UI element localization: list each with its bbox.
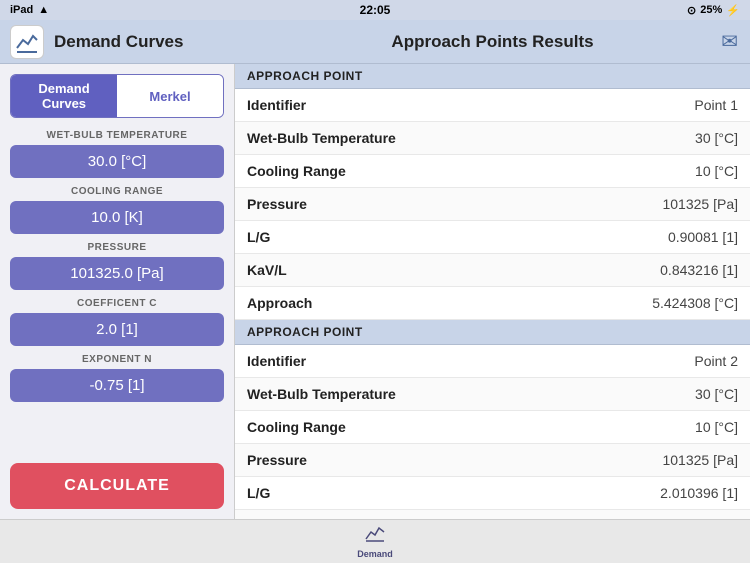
app-title: Demand Curves xyxy=(54,32,183,52)
coeff-label: COEFFICENT C xyxy=(77,298,157,309)
row-label: L/G xyxy=(235,221,518,254)
section-header-row: APPROACH POINT xyxy=(235,320,750,345)
bottom-tab-demand[interactable]: Demand xyxy=(337,520,413,563)
bottom-bar: Demand xyxy=(0,519,750,563)
coeff-input[interactable] xyxy=(10,313,224,346)
row-label: Cooling Range xyxy=(235,411,518,444)
table-row: Pressure101325 [Pa] xyxy=(235,444,750,477)
cooling-range-label: COOLING RANGE xyxy=(71,186,163,197)
app-header: Demand Curves Approach Points Results ✉ xyxy=(0,20,750,64)
table-row: Cooling Range10 [°C] xyxy=(235,155,750,188)
table-row: KaV/L0.843216 [1] xyxy=(235,254,750,287)
charge-icon: ⚡ xyxy=(726,4,740,17)
wet-bulb-group: WET-BULB TEMPERATURE xyxy=(10,130,224,178)
row-label: Pressure xyxy=(235,188,518,221)
exponent-group: EXPONENT N xyxy=(10,354,224,402)
status-time: 22:05 xyxy=(360,3,391,17)
tab-merkel[interactable]: Merkel xyxy=(117,75,223,117)
tab-row: Demand Curves Merkel xyxy=(10,74,224,118)
status-bar: iPad ▲ 22:05 ⊙ 25% ⚡ xyxy=(0,0,750,20)
cooling-range-input[interactable] xyxy=(10,201,224,234)
row-label: Wet-Bulb Temperature xyxy=(235,122,518,155)
main-content: Demand Curves Merkel WET-BULB TEMPERATUR… xyxy=(0,64,750,519)
row-value: 30 [°C] xyxy=(518,122,750,155)
table-row: Wet-Bulb Temperature30 [°C] xyxy=(235,378,750,411)
pressure-input[interactable] xyxy=(10,257,224,290)
section-header-cell: APPROACH POINT xyxy=(235,64,750,89)
row-value: 10 [°C] xyxy=(518,411,750,444)
table-row: IdentifierPoint 1 xyxy=(235,89,750,122)
header-right: Approach Points Results ✉ xyxy=(235,32,750,52)
bottom-tab-icon xyxy=(365,524,385,547)
email-icon[interactable]: ✉ xyxy=(721,29,738,54)
table-row: KaV/L1.672085 [1] xyxy=(235,510,750,520)
coeff-group: COEFFICENT C xyxy=(10,298,224,346)
section-header-row: APPROACH POINT xyxy=(235,64,750,89)
row-label: L/G xyxy=(235,477,518,510)
ipad-label: iPad xyxy=(10,4,33,16)
table-row: L/G2.010396 [1] xyxy=(235,477,750,510)
battery-percent: 25% xyxy=(700,4,722,16)
row-label: KaV/L xyxy=(235,510,518,520)
exponent-input[interactable] xyxy=(10,369,224,402)
row-value: 0.843216 [1] xyxy=(518,254,750,287)
pressure-group: PRESSURE xyxy=(10,242,224,290)
wet-bulb-label: WET-BULB TEMPERATURE xyxy=(47,130,188,141)
row-value: 1.672085 [1] xyxy=(518,510,750,520)
bottom-tab-label: Demand xyxy=(357,549,393,559)
status-left: iPad ▲ xyxy=(10,4,49,16)
wet-bulb-input[interactable] xyxy=(10,145,224,178)
row-value: 101325 [Pa] xyxy=(518,444,750,477)
row-value: 0.90081 [1] xyxy=(518,221,750,254)
table-row: Approach5.424308 [°C] xyxy=(235,287,750,320)
status-right: ⊙ 25% ⚡ xyxy=(687,4,740,17)
row-value: 30 [°C] xyxy=(518,378,750,411)
row-value: 5.424308 [°C] xyxy=(518,287,750,320)
table-row: Pressure101325 [Pa] xyxy=(235,188,750,221)
row-label: Approach xyxy=(235,287,518,320)
table-row: Cooling Range10 [°C] xyxy=(235,411,750,444)
table-row: L/G0.90081 [1] xyxy=(235,221,750,254)
table-row: IdentifierPoint 2 xyxy=(235,345,750,378)
calculate-button[interactable]: CALCULATE xyxy=(10,463,224,509)
section-title: Approach Points Results xyxy=(391,32,593,52)
left-panel: Demand Curves Merkel WET-BULB TEMPERATUR… xyxy=(0,64,235,519)
pressure-label: PRESSURE xyxy=(87,242,146,253)
battery-icon: ⊙ xyxy=(687,4,696,17)
tab-demand-curves[interactable]: Demand Curves xyxy=(11,75,117,117)
wifi-icon: ▲ xyxy=(38,4,49,16)
exponent-label: EXPONENT N xyxy=(82,354,152,365)
section-header-cell: APPROACH POINT xyxy=(235,320,750,345)
row-label: Pressure xyxy=(235,444,518,477)
spacer xyxy=(10,410,224,455)
row-label: Cooling Range xyxy=(235,155,518,188)
row-label: Wet-Bulb Temperature xyxy=(235,378,518,411)
row-label: Identifier xyxy=(235,345,518,378)
right-panel: APPROACH POINTIdentifierPoint 1Wet-Bulb … xyxy=(235,64,750,519)
row-value: 101325 [Pa] xyxy=(518,188,750,221)
row-value: Point 2 xyxy=(518,345,750,378)
results-table: APPROACH POINTIdentifierPoint 1Wet-Bulb … xyxy=(235,64,750,519)
row-value: Point 1 xyxy=(518,89,750,122)
cooling-range-group: COOLING RANGE xyxy=(10,186,224,234)
header-left: Demand Curves xyxy=(0,25,235,59)
row-label: Identifier xyxy=(235,89,518,122)
table-row: Wet-Bulb Temperature30 [°C] xyxy=(235,122,750,155)
app-logo xyxy=(10,25,44,59)
row-value: 2.010396 [1] xyxy=(518,477,750,510)
row-value: 10 [°C] xyxy=(518,155,750,188)
row-label: KaV/L xyxy=(235,254,518,287)
